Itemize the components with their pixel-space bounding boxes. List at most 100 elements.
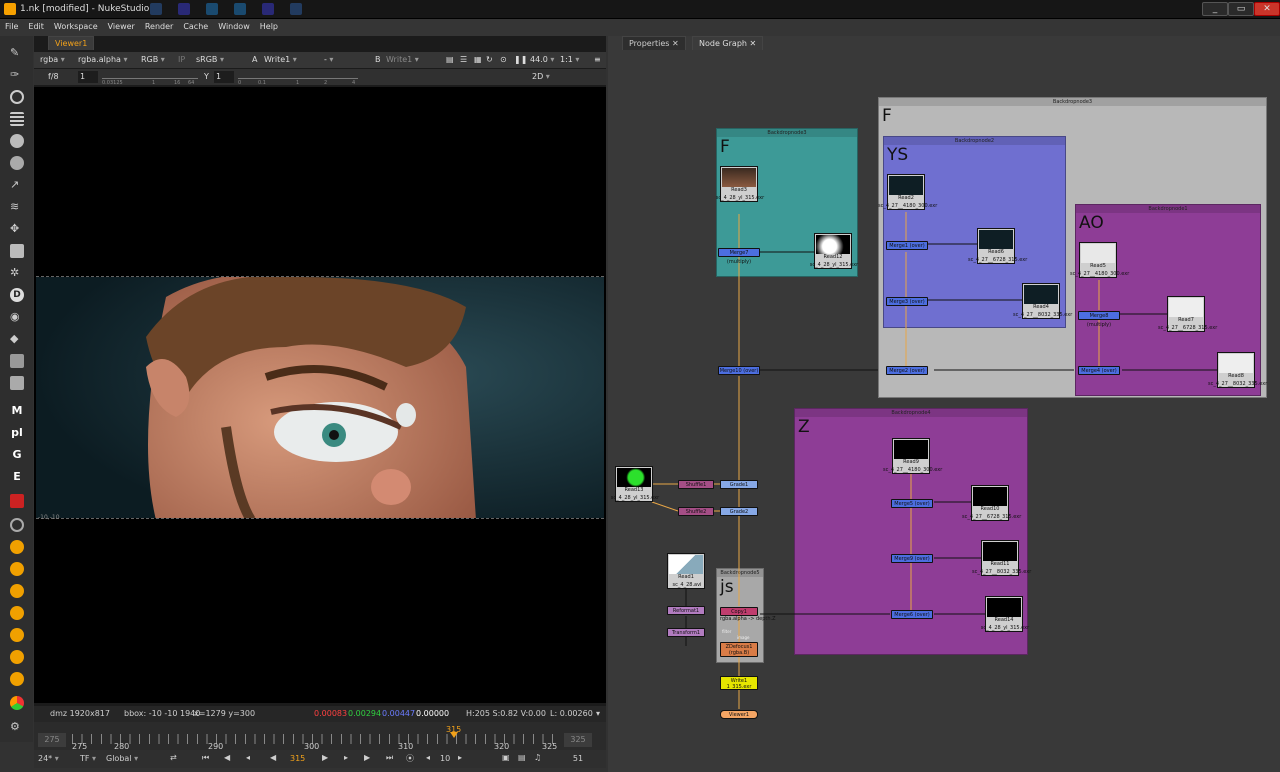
plugin-pie-icon[interactable] bbox=[10, 696, 24, 710]
proxy-icon[interactable]: ⊙ bbox=[500, 54, 507, 66]
merge-node-merge2[interactable]: Merge2 (over) bbox=[886, 366, 928, 375]
pointer-icon[interactable]: ✎ bbox=[10, 46, 24, 60]
timeline-start-field[interactable]: 275 bbox=[38, 733, 66, 747]
last-frame-button[interactable]: ⏭ bbox=[386, 753, 393, 763]
views-icon[interactable]: ◉ bbox=[10, 310, 24, 324]
menu-viewer[interactable]: Viewer bbox=[103, 19, 140, 34]
write1-node[interactable]: Write1 1_315.exr bbox=[720, 676, 758, 690]
tf-select[interactable]: TF bbox=[80, 754, 96, 763]
paint-icon[interactable]: ✑ bbox=[10, 68, 24, 82]
merge-node-merge8[interactable]: Merge8 (multiply) bbox=[1078, 311, 1120, 328]
read-node-read11[interactable]: Read11 sc_4_27__8032_335.exr bbox=[972, 540, 1031, 576]
maximize-button[interactable]: ▭ bbox=[1228, 2, 1254, 16]
plugin-fire-icon[interactable] bbox=[10, 540, 24, 554]
view-mode-select[interactable]: 2D bbox=[532, 71, 550, 83]
prev-frame-button[interactable]: ◂ bbox=[246, 753, 250, 762]
menu-workspace[interactable]: Workspace bbox=[49, 19, 103, 34]
read-node-read5[interactable]: Read5 sc_4_27__4180_300.exr bbox=[1070, 242, 1129, 278]
taskbar-app-icon-1[interactable] bbox=[150, 3, 162, 15]
menu-window[interactable]: Window bbox=[213, 19, 255, 34]
minimize-button[interactable]: _ bbox=[1202, 2, 1228, 16]
merge-node-merge6[interactable]: Merge6 (over) bbox=[891, 610, 933, 619]
plugin-swirl-icon-1[interactable] bbox=[10, 562, 24, 576]
merge-node-merge7[interactable]: Merge7 (multiply) bbox=[718, 248, 760, 265]
read-node-read1[interactable]: Read1 sc_4_28.avi bbox=[667, 553, 705, 589]
alpha-select[interactable]: rgba.alpha bbox=[78, 54, 128, 66]
step-field[interactable]: 10 bbox=[440, 754, 450, 763]
audio-icon[interactable]: ♫ bbox=[534, 753, 541, 762]
plugin-pl-icon[interactable]: pl bbox=[9, 426, 25, 440]
taskbar-app-icon-2[interactable] bbox=[178, 3, 190, 15]
grade1-node[interactable]: Grade1 bbox=[720, 480, 758, 489]
first-frame-button[interactable]: ⏮ bbox=[202, 753, 209, 763]
taskbar-app-icon-4[interactable] bbox=[234, 3, 246, 15]
plugin-red-icon[interactable] bbox=[10, 494, 24, 508]
merge-node-merge5[interactable]: Merge5 (over) bbox=[891, 499, 933, 508]
stop-button[interactable]: ⦿ bbox=[406, 753, 414, 764]
transform-icon[interactable]: ✥ bbox=[10, 222, 24, 236]
status-menu-icon[interactable]: ▾ bbox=[596, 709, 600, 718]
taskbar-app-icon-3[interactable] bbox=[206, 3, 218, 15]
read-node-read12[interactable]: Read12 sc_4_28_yl_315.exr bbox=[810, 233, 858, 269]
flipbook-icon[interactable]: ▣ bbox=[502, 753, 510, 762]
particles-icon[interactable]: ✲ bbox=[10, 266, 24, 280]
pause-icon[interactable]: ❚❚ bbox=[514, 54, 527, 66]
menu-edit[interactable]: Edit bbox=[23, 19, 49, 34]
read-node-read10[interactable]: Read10 sc_4_27__6728_315.exr bbox=[962, 485, 1021, 521]
play-button[interactable]: ▶ bbox=[322, 753, 328, 762]
keyer-icon[interactable]: ↗ bbox=[10, 178, 24, 192]
compare-icon[interactable]: ▤ bbox=[518, 753, 526, 762]
next-frame-button[interactable]: ▸ bbox=[344, 753, 348, 762]
grade2-node[interactable]: Grade2 bbox=[720, 507, 758, 516]
read-node-read3[interactable]: Read3 sc_4_28_yl_315.exr bbox=[716, 166, 764, 202]
merge-node-merge4[interactable]: Merge4 (over) bbox=[1078, 366, 1120, 375]
plugin-m-icon[interactable]: M bbox=[9, 404, 25, 418]
color-icon[interactable] bbox=[10, 134, 24, 148]
reformat1-node[interactable]: Reformat1 bbox=[667, 606, 705, 615]
other-icon[interactable] bbox=[10, 376, 24, 390]
plugin-swirl-icon-6[interactable] bbox=[10, 672, 24, 686]
plugin-compass-icon[interactable] bbox=[10, 518, 24, 532]
shuffle2-node[interactable]: Shuffle2 bbox=[678, 507, 714, 516]
skip-forward-button[interactable]: ▸ bbox=[458, 753, 462, 762]
plugin-e-icon[interactable]: E bbox=[9, 470, 25, 484]
read-node-read4[interactable]: Read4 sc_4_27__8032_335.exr bbox=[1013, 283, 1072, 319]
deep-icon[interactable]: D bbox=[10, 288, 24, 302]
read-node-read8[interactable]: Read8 sc_4_27__8032_335.exr bbox=[1208, 352, 1267, 388]
channels-select[interactable]: rgba bbox=[40, 54, 65, 66]
read-node-read14[interactable]: Read14 sc_4_28_yl_315.exr bbox=[981, 596, 1029, 632]
current-frame-field[interactable]: 315 bbox=[290, 754, 305, 763]
close-button[interactable]: ✕ bbox=[1254, 2, 1280, 16]
taskbar-app-icon-6[interactable] bbox=[290, 3, 302, 15]
menu-file[interactable]: File bbox=[0, 19, 23, 34]
gamma-field[interactable]: 1 bbox=[214, 71, 234, 83]
ratio-select[interactable]: 1:1 bbox=[560, 54, 579, 66]
plugin-swirl-icon-4[interactable] bbox=[10, 628, 24, 642]
plugin-g-icon[interactable]: G bbox=[9, 448, 25, 462]
input-a-select[interactable]: Write1 bbox=[264, 54, 297, 66]
tab-viewer1[interactable]: Viewer1 bbox=[48, 36, 95, 50]
channel-icon[interactable] bbox=[10, 112, 24, 126]
fps-select[interactable]: 24* bbox=[38, 754, 59, 763]
wipe-icon[interactable]: ▤ bbox=[446, 54, 454, 66]
taskbar-app-icon-5[interactable] bbox=[262, 3, 274, 15]
viewer-menu-icon[interactable]: ≡ bbox=[594, 54, 601, 66]
read-node-read13[interactable]: Read13 sc_4_28_yl_315.exr bbox=[611, 466, 659, 502]
merge-node-merge3[interactable]: Merge3 (over) bbox=[886, 297, 928, 306]
frame-count-field[interactable]: 51 bbox=[564, 754, 592, 763]
next-key-button[interactable]: ▶ bbox=[364, 753, 370, 762]
menu-cache[interactable]: Cache bbox=[178, 19, 213, 34]
merge-node-merge9[interactable]: Merge9 (over) bbox=[891, 554, 933, 563]
transform1-node[interactable]: Transform1 bbox=[667, 628, 705, 637]
zoom-select[interactable]: 44.0 bbox=[530, 54, 554, 66]
input-mode-select[interactable]: - bbox=[324, 54, 333, 66]
read-node-read7[interactable]: Read7 sc_4_27__6728_315.exr bbox=[1158, 296, 1217, 332]
merge-node-merge10[interactable]: Merge10 (over) bbox=[718, 366, 760, 375]
overlay-icon[interactable]: ☰ bbox=[460, 54, 467, 66]
menu-help[interactable]: Help bbox=[255, 19, 283, 34]
loop-icon[interactable]: ⇄ bbox=[170, 753, 177, 762]
viewer1-node[interactable]: Viewer1 bbox=[720, 710, 758, 719]
input-b-select[interactable]: Write1 bbox=[386, 54, 419, 66]
copy1-node[interactable]: Copy1 bbox=[720, 607, 758, 616]
refresh-icon[interactable]: ↻ bbox=[486, 54, 493, 66]
